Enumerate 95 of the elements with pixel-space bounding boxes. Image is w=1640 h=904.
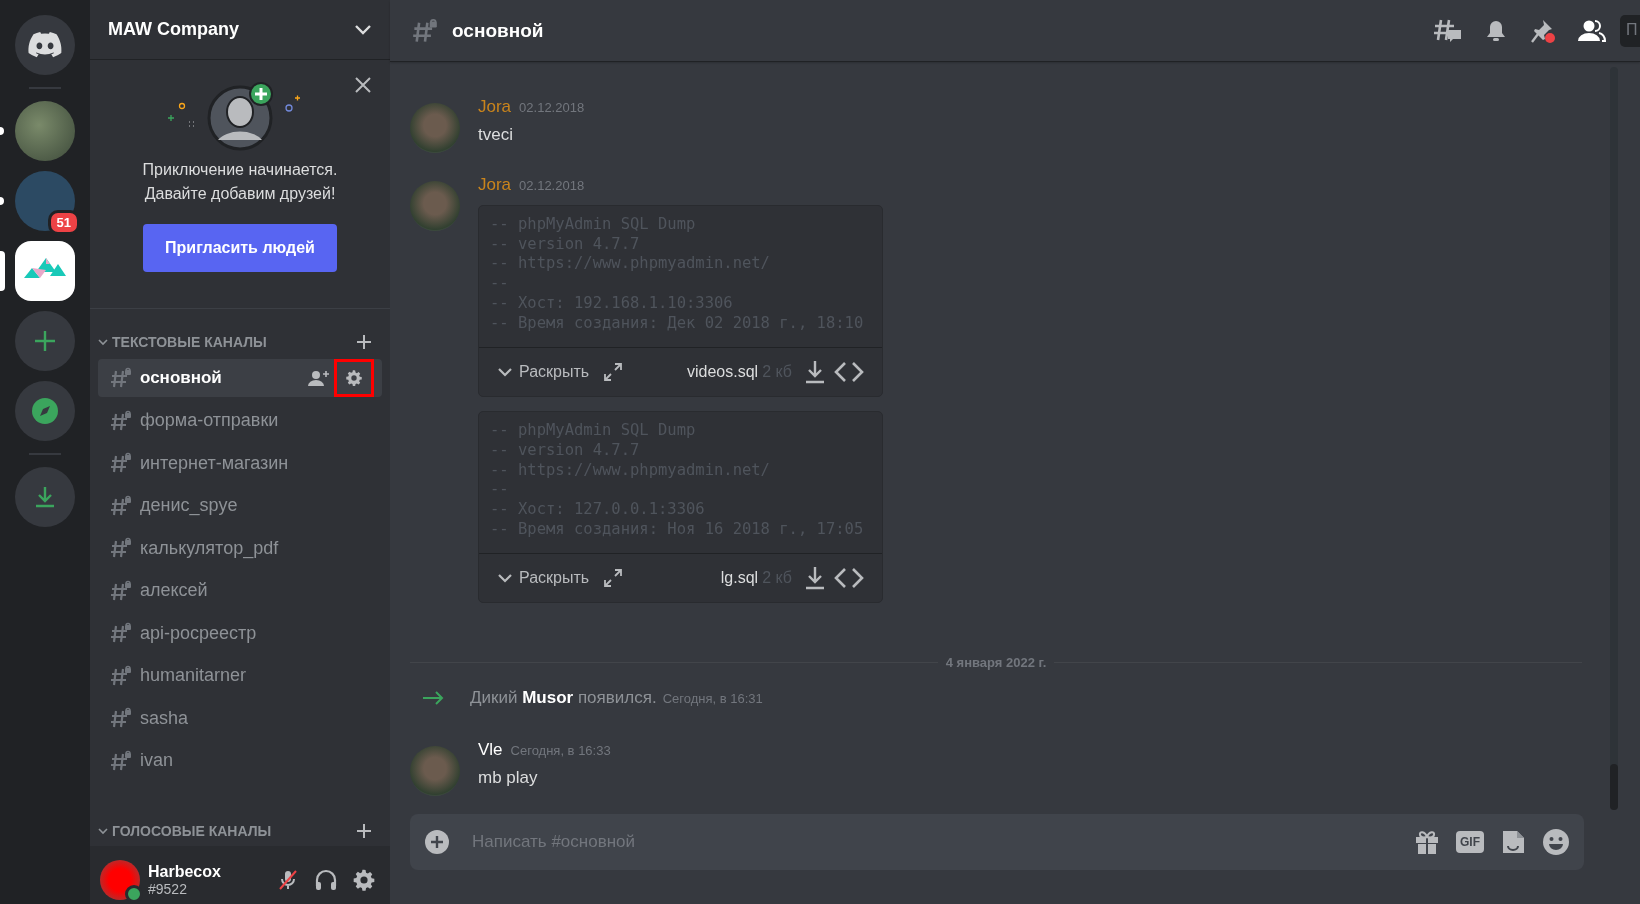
channel-item[interactable]: алексей [98,571,382,610]
gift-icon[interactable] [1414,829,1440,855]
microphone-muted-icon [276,868,300,892]
hash-lock-icon [110,537,132,559]
download-icon [804,566,826,591]
download-icon [33,485,57,509]
attach-button[interactable] [424,829,450,855]
message-text: tveci [478,124,514,146]
file-name[interactable]: lg.sql [720,569,759,588]
gif-button[interactable]: GIF [1456,831,1484,853]
download-icon [804,360,826,385]
channel-name: api-росреестр [140,622,258,644]
timestamp: 02.12.2018 [519,178,585,193]
channel-item[interactable]: форма-отправки [98,401,382,440]
username: Harbecox [148,863,222,881]
channel-name: ivan [140,750,175,771]
headphones-icon [314,868,338,892]
channel-name: калькулятор_pdf [140,537,280,559]
channel-name: денис_spye [140,495,239,516]
chevron-down-icon [497,366,513,379]
message-text: mb play [478,767,539,790]
join-message: Дикий Musor появился. [470,688,657,709]
hash-lock-icon [110,579,132,602]
channel-item[interactable]: api-росреестр [98,614,382,652]
server-name: MAW Company [108,19,239,40]
selected-indicator [0,251,5,291]
close-icon[interactable] [354,76,372,94]
timestamp: Сегодня, в 16:33 [510,743,611,759]
bell-icon[interactable] [1484,18,1508,43]
channel-item[interactable]: sasha [98,699,382,737]
channel-item[interactable]: основной [98,359,382,397]
author-name[interactable]: Jora [478,175,512,195]
channel-name: sasha [140,707,190,729]
channel-item[interactable]: денис_spye [98,486,382,525]
hash-lock-icon [110,749,132,772]
channel-name: форма-отправки [140,410,280,431]
file-name[interactable]: videos.sql [687,363,759,382]
expand-button[interactable]: Раскрыть [497,569,590,588]
hash-lock-icon [110,494,132,517]
expand-icon[interactable] [603,568,624,589]
unread-indicator [0,197,4,205]
user-tag: #9522 [148,881,272,897]
plus-icon[interactable] [356,334,372,350]
date-divider: 4 января 2022 г. [945,655,1047,671]
hash-lock-icon [110,452,132,474]
channel-item[interactable]: humanitarner [98,656,382,695]
compass-icon [32,398,58,424]
plus-icon [34,330,56,352]
expand-icon[interactable] [603,362,624,383]
timestamp: 02.12.2018 [519,100,585,115]
category-header[interactable]: ГОЛОСОВЫЕ КАНАЛЫ [112,823,356,839]
server-icon[interactable] [15,241,75,301]
channel-item[interactable]: калькулятор_pdf [98,529,382,567]
sticker-icon[interactable] [1500,829,1526,855]
hash-lock-icon [412,17,438,44]
invite-message: Приключение начинается. Давайте добавим друзей! [142,160,338,204]
pin-icon[interactable] [1530,17,1556,44]
chevron-down-icon[interactable] [98,827,108,835]
channel-item[interactable]: интернет-магазин [98,444,382,482]
channel-name: интернет-магазин [140,452,290,474]
channel-name: humanitarner [140,665,248,686]
hash-lock-icon [110,367,132,389]
expand-button[interactable]: Раскрыть [497,363,590,382]
settings-icon [352,868,376,892]
search-field[interactable]: П [1620,14,1640,47]
channel-title: основной [452,19,545,42]
arrow-right-icon [422,691,444,706]
settings-icon[interactable] [345,369,363,387]
chevron-down-icon [497,572,513,585]
server-photo-placeholder[interactable] [15,101,75,161]
code-icon [834,361,864,384]
plus-circle-icon [424,829,450,855]
channel-name: алексей [140,580,209,601]
game-controller-logo-icon [28,32,62,58]
channel-item[interactable]: ivan [98,741,382,780]
chevron-down-icon[interactable] [98,338,108,346]
channel-name: основной [140,368,223,388]
scrollbar[interactable] [1610,67,1618,810]
plus-icon[interactable] [356,823,372,839]
author-name[interactable]: Vle [478,740,503,761]
invite-people-button[interactable]: Пригласить людей [143,224,337,272]
timestamp: Сегодня, в 16:31 [662,690,763,706]
hash-lock-icon [110,622,132,644]
category-header[interactable]: ТЕКСТОВЫЕ КАНАЛЫ [112,334,356,350]
unread-indicator [0,127,4,135]
hash-lock-icon [110,664,132,687]
author-name[interactable]: Jora [478,97,512,117]
emoji-icon[interactable] [1542,828,1570,856]
add-person-icon[interactable] [308,369,330,387]
hash-lock-icon [110,707,132,729]
unread-count-badge: 51 [47,210,80,235]
hash-lock-icon [110,409,132,432]
code-icon [834,567,864,590]
members-icon[interactable] [1578,18,1606,43]
threads-icon[interactable] [1434,17,1462,44]
